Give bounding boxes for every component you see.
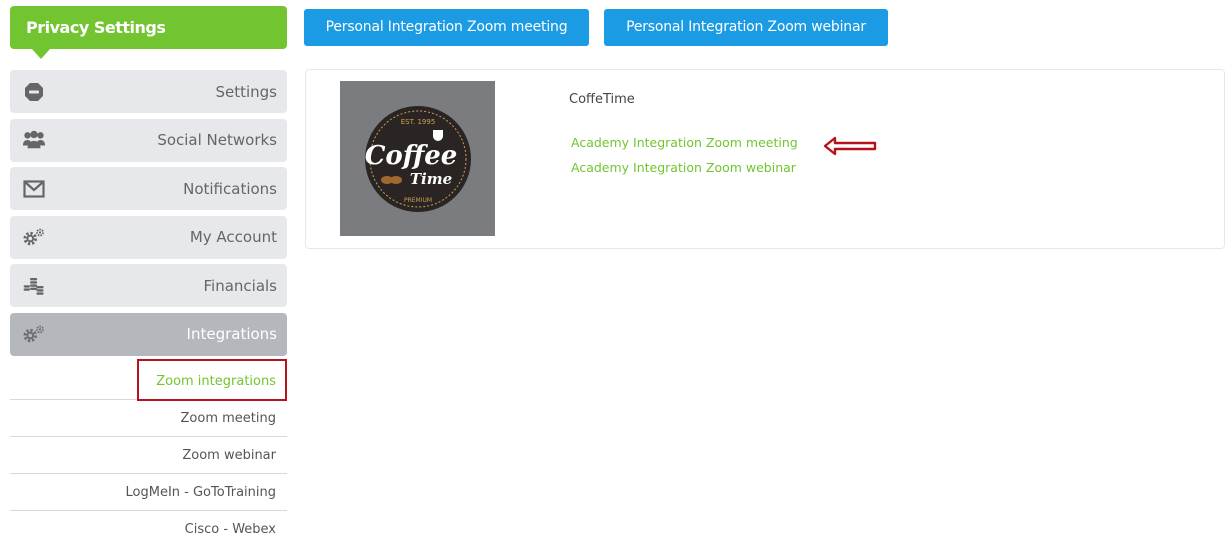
no-entry-icon — [22, 80, 46, 104]
company-name: CoffeTime — [569, 92, 635, 107]
submenu-item-cisco-webex[interactable]: Cisco - Webex — [10, 511, 287, 546]
sidebar-menu: Settings Social Networks Notifications M… — [10, 70, 287, 361]
submenu-item-label: Zoom meeting — [180, 410, 276, 426]
sidebar-item-label: Notifications — [183, 179, 277, 198]
sidebar-item-label: Financials — [203, 276, 278, 295]
gears-icon — [22, 322, 46, 346]
sidebar-item-label: My Account — [189, 228, 277, 246]
academy-zoom-meeting-link[interactable]: Academy Integration Zoom meeting — [571, 135, 798, 150]
submenu-item-label: Zoom webinar — [182, 447, 276, 463]
academy-zoom-webinar-link[interactable]: Academy Integration Zoom webinar — [571, 160, 796, 175]
sidebar: Privacy Settings Settings Social Network… — [10, 6, 287, 537]
arrow-left-icon — [823, 136, 877, 156]
submenu-item-label: LogMeIn - GoToTraining — [125, 484, 276, 500]
sidebar-item-label: Integrations — [186, 325, 277, 343]
sidebar-item-settings[interactable]: Settings — [10, 70, 287, 113]
logo-line1: Coffee — [364, 141, 457, 171]
envelope-icon — [22, 177, 46, 201]
coins-icon — [22, 274, 46, 298]
integrations-submenu: Zoom integrations Zoom meeting Zoom webi… — [10, 359, 287, 546]
personal-zoom-webinar-button[interactable]: Personal Integration Zoom webinar — [604, 9, 888, 46]
sidebar-item-social-networks[interactable]: Social Networks — [10, 118, 287, 162]
company-card: EST. 1995 Coffee Time PREMIUM CoffeTime … — [305, 69, 1225, 249]
users-icon — [22, 128, 46, 152]
logo-bottom-text: PREMIUM — [403, 197, 431, 204]
sidebar-item-label: Settings — [215, 82, 277, 101]
sidebar-item-financials[interactable]: Financials — [10, 264, 287, 307]
logo-top-text: EST. 1995 — [400, 118, 435, 126]
coffee-time-logo-icon: EST. 1995 Coffee Time PREMIUM — [364, 105, 471, 212]
submenu-item-label: Cisco - Webex — [184, 521, 276, 537]
submenu-item-logmein-gototraining[interactable]: LogMeIn - GoToTraining — [10, 474, 287, 511]
submenu-item-label: Zoom integrations — [156, 373, 276, 389]
sidebar-item-my-account[interactable]: My Account — [10, 215, 287, 259]
gears-icon — [22, 225, 46, 249]
sidebar-item-notifications[interactable]: Notifications — [10, 167, 287, 210]
sidebar-item-integrations[interactable]: Integrations — [10, 312, 287, 356]
personal-zoom-meeting-button[interactable]: Personal Integration Zoom meeting — [304, 9, 589, 46]
sidebar-title: Privacy Settings — [10, 6, 287, 59]
company-logo: EST. 1995 Coffee Time PREMIUM — [340, 81, 495, 236]
sidebar-item-label: Social Networks — [157, 131, 277, 149]
submenu-item-zoom-meeting[interactable]: Zoom meeting — [10, 400, 287, 437]
logo-line2: Time — [409, 170, 451, 188]
submenu-item-zoom-integrations[interactable]: Zoom integrations — [10, 359, 287, 401]
submenu-item-zoom-webinar[interactable]: Zoom webinar — [10, 437, 287, 474]
